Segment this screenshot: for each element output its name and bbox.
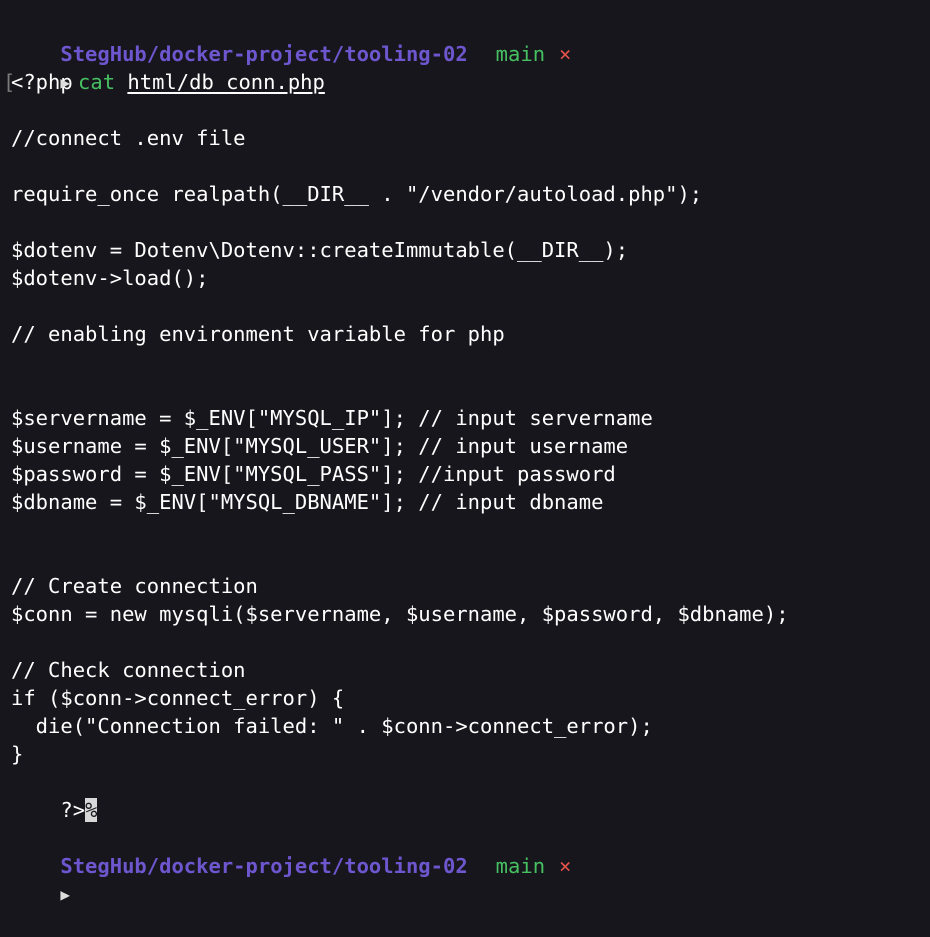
git-branch: main bbox=[495, 854, 546, 878]
output-line: $dbname = $_ENV["MYSQL_DBNAME"]; // inpu… bbox=[11, 490, 604, 514]
command-output: <?php//connect .env file require_once rea… bbox=[11, 68, 923, 768]
command-line: [ ▶ cat html/db_conn.php bbox=[3, 40, 923, 94]
output-line: $password = $_ENV["MYSQL_PASS"]; //input… bbox=[11, 462, 616, 486]
output-line: $dotenv = Dotenv\Dotenv::createImmutable… bbox=[11, 238, 629, 262]
php-close-tag: ?> bbox=[60, 798, 86, 822]
terminal-window[interactable]: StegHub/docker-project/tooling-02 main × [… bbox=[3, 12, 923, 904]
git-dirty-icon: × bbox=[559, 854, 572, 878]
output-line: //connect .env file bbox=[11, 126, 246, 150]
prompt-arrow-icon: ▶ bbox=[60, 73, 71, 92]
eof-marker: % bbox=[85, 798, 98, 822]
output-line-end: ?>% bbox=[11, 768, 923, 822]
output-line: require_once realpath(__DIR__ . "/vendor… bbox=[11, 182, 703, 206]
output-line: } bbox=[11, 742, 24, 766]
output-line: // Create connection bbox=[11, 574, 258, 598]
prompt-path: StegHub/docker-project/tooling-02 bbox=[60, 854, 468, 878]
command-name: cat bbox=[78, 70, 116, 94]
output-line: // enabling environment variable for php bbox=[11, 322, 505, 346]
selection-bracket-icon: [ bbox=[3, 70, 16, 94]
output-line: die("Connection failed: " . $conn->conne… bbox=[11, 714, 653, 738]
output-line: $username = $_ENV["MYSQL_USER"]; // inpu… bbox=[11, 434, 629, 458]
prompt-arrow-icon: ▶ bbox=[60, 885, 71, 904]
prompt-line-bottom: StegHub/docker-project/tooling-02 main × bbox=[11, 824, 923, 878]
command-argument-path[interactable]: html/db_conn.php bbox=[127, 70, 324, 94]
output-line: // Check connection bbox=[11, 658, 246, 682]
output-line: $servername = $_ENV["MYSQL_IP"]; // inpu… bbox=[11, 406, 653, 430]
output-line: if ($conn->connect_error) { bbox=[11, 686, 345, 710]
output-line: $conn = new mysqli($servername, $usernam… bbox=[11, 602, 789, 626]
prompt-line-top: StegHub/docker-project/tooling-02 main × bbox=[11, 12, 923, 66]
output-line: $dotenv->load(); bbox=[11, 266, 209, 290]
